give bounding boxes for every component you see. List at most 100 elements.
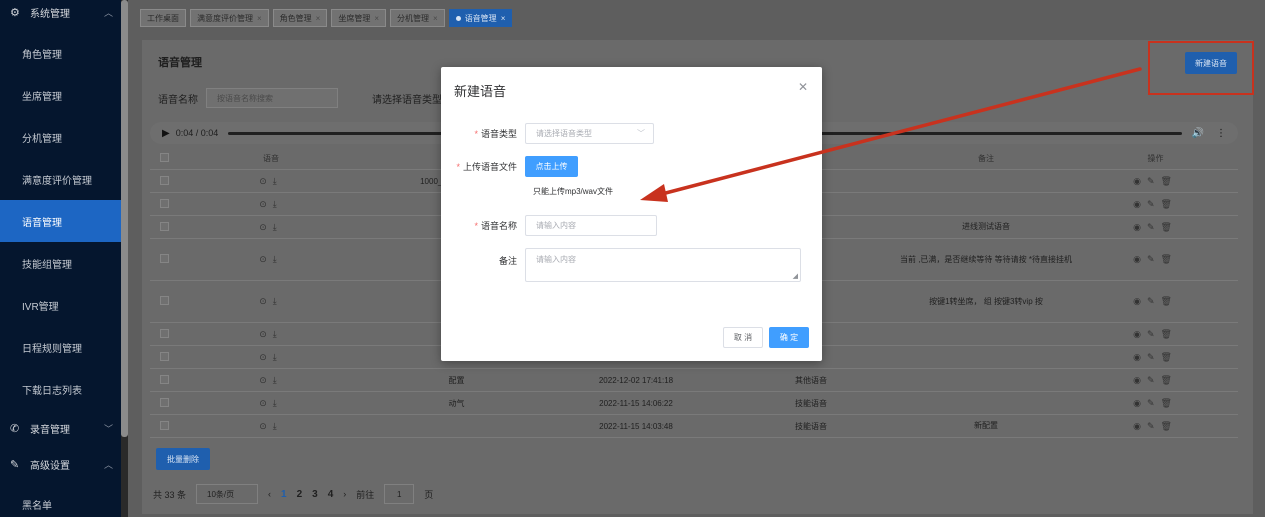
view-icon[interactable]: ◉	[1133, 176, 1147, 186]
voice-name-input[interactable]: 请输入内容	[525, 215, 657, 236]
edit-icon[interactable]: ✎	[1147, 329, 1161, 339]
prev-page-icon[interactable]: ‹	[268, 489, 271, 499]
play-icon[interactable]: ▶	[162, 128, 170, 139]
tab-role[interactable]: 角色管理 ×	[272, 9, 328, 27]
download-icon[interactable]: ⤓	[273, 254, 283, 264]
edit-icon[interactable]: ✎	[1147, 352, 1161, 362]
row-checkbox[interactable]	[159, 296, 169, 305]
view-icon[interactable]: ◉	[1133, 398, 1147, 408]
play-circle-icon[interactable]: ⊙	[259, 254, 273, 264]
row-checkbox[interactable]	[159, 420, 169, 430]
close-icon[interactable]: ×	[433, 14, 438, 23]
view-icon[interactable]: ◉	[1133, 199, 1147, 209]
view-icon[interactable]: ◉	[1133, 421, 1147, 431]
delete-icon[interactable]: 🗑	[1160, 329, 1177, 339]
play-circle-icon[interactable]: ⊙	[259, 296, 273, 306]
row-checkbox[interactable]	[159, 175, 169, 185]
view-icon[interactable]: ◉	[1133, 375, 1147, 385]
next-page-icon[interactable]: ›	[343, 489, 346, 499]
download-icon[interactable]: ⤓	[273, 296, 283, 306]
goto-page-input[interactable]: 1	[384, 484, 415, 504]
close-icon[interactable]: ×	[374, 14, 379, 23]
play-circle-icon[interactable]: ⊙	[259, 222, 273, 232]
download-icon[interactable]: ⤓	[273, 375, 283, 385]
delete-icon[interactable]: 🗑	[1160, 176, 1177, 186]
delete-icon[interactable]: 🗑	[1160, 398, 1177, 408]
resize-grip-icon[interactable]: ◢	[793, 272, 798, 280]
delete-icon[interactable]: 🗑	[1160, 352, 1177, 362]
play-circle-icon[interactable]: ⊙	[259, 199, 273, 209]
edit-icon[interactable]: ✎	[1147, 254, 1161, 264]
view-icon[interactable]: ◉	[1133, 352, 1147, 362]
close-icon[interactable]: ✕	[798, 80, 808, 94]
view-icon[interactable]: ◉	[1133, 222, 1147, 232]
tab-satisfaction[interactable]: 满意度评价管理 ×	[190, 9, 269, 27]
close-icon[interactable]: ×	[316, 14, 321, 23]
view-icon[interactable]: ◉	[1133, 329, 1147, 339]
download-icon[interactable]: ⤓	[273, 199, 283, 209]
sidebar-group-advanced[interactable]: ✎ 高级设置 ︿	[0, 446, 121, 482]
close-icon[interactable]: ×	[257, 14, 262, 23]
tab-extension[interactable]: 分机管理 ×	[390, 9, 445, 27]
remark-textarea[interactable]: 请输入内容 ◢	[525, 248, 801, 282]
play-circle-icon[interactable]: ⊙	[259, 421, 273, 431]
upload-button[interactable]: 点击上传	[525, 156, 578, 177]
page-number[interactable]: 4	[328, 489, 334, 500]
sidebar-item-download-log[interactable]: 下载日志列表	[0, 368, 121, 410]
sidebar-item-voice[interactable]: 语音管理	[0, 200, 121, 242]
page-number[interactable]: 2	[297, 489, 303, 500]
play-circle-icon[interactable]: ⊙	[259, 375, 273, 385]
play-circle-icon[interactable]: ⊙	[259, 352, 273, 362]
volume-icon[interactable]: 🔊	[1192, 128, 1204, 139]
download-icon[interactable]: ⤓	[273, 176, 283, 186]
sidebar-scrollbar[interactable]	[121, 0, 128, 437]
voice-type-select[interactable]: 请选择语音类型 ﹀	[525, 123, 654, 144]
play-circle-icon[interactable]: ⊙	[259, 398, 273, 408]
download-icon[interactable]: ⤓	[273, 398, 283, 408]
sidebar-item-ivr[interactable]: IVR管理	[0, 284, 121, 326]
tab-seat[interactable]: 坐席管理 ×	[331, 9, 387, 27]
download-icon[interactable]: ⤓	[273, 222, 283, 232]
row-checkbox[interactable]	[159, 198, 169, 208]
play-circle-icon[interactable]: ⊙	[259, 329, 273, 339]
sidebar-item-schedule[interactable]: 日程规则管理	[0, 326, 121, 368]
batch-delete-button[interactable]: 批量删除	[156, 448, 210, 470]
delete-icon[interactable]: 🗑	[1160, 222, 1177, 232]
page-number[interactable]: 1	[281, 489, 287, 500]
delete-icon[interactable]: 🗑	[1160, 296, 1177, 306]
row-checkbox[interactable]	[159, 221, 169, 231]
sidebar-group-record[interactable]: ✆ 录音管理 ﹀	[0, 410, 121, 446]
view-icon[interactable]: ◉	[1133, 296, 1147, 306]
edit-icon[interactable]: ✎	[1147, 199, 1161, 209]
row-checkbox[interactable]	[159, 397, 169, 407]
sidebar-item-extension[interactable]: 分机管理	[0, 116, 121, 158]
voice-name-search-input[interactable]: 按语音名称搜索	[206, 88, 338, 108]
download-icon[interactable]: ⤓	[273, 421, 283, 431]
sidebar-item-seat[interactable]: 坐席管理	[0, 74, 121, 116]
edit-icon[interactable]: ✎	[1147, 176, 1161, 186]
row-checkbox[interactable]	[159, 351, 169, 361]
edit-icon[interactable]: ✎	[1147, 398, 1161, 408]
sidebar-item-skill-group[interactable]: 技能组管理	[0, 242, 121, 284]
confirm-button[interactable]: 确 定	[769, 327, 809, 348]
select-all-checkbox[interactable]	[159, 153, 169, 162]
row-checkbox[interactable]	[159, 254, 169, 263]
delete-icon[interactable]: 🗑	[1160, 375, 1177, 385]
edit-icon[interactable]: ✎	[1147, 421, 1161, 431]
row-checkbox[interactable]	[159, 328, 169, 338]
tab-workbench[interactable]: 工作桌面	[140, 9, 186, 27]
delete-icon[interactable]: 🗑	[1160, 199, 1177, 209]
page-size-select[interactable]: 10条/页	[196, 484, 259, 504]
delete-icon[interactable]: 🗑	[1160, 254, 1177, 264]
tab-voice[interactable]: 语音管理 ×	[448, 9, 513, 27]
close-icon[interactable]: ×	[501, 14, 506, 23]
edit-icon[interactable]: ✎	[1147, 296, 1161, 306]
sidebar-item-satisfaction[interactable]: 满意度评价管理	[0, 158, 121, 200]
download-icon[interactable]: ⤓	[273, 352, 283, 362]
sidebar-item-blacklist[interactable]: 黑名单	[0, 482, 121, 512]
delete-icon[interactable]: 🗑	[1160, 421, 1177, 431]
view-icon[interactable]: ◉	[1133, 254, 1147, 264]
play-circle-icon[interactable]: ⊙	[259, 176, 273, 186]
row-checkbox[interactable]	[159, 374, 169, 384]
sidebar-item-role[interactable]: 角色管理	[0, 32, 121, 74]
